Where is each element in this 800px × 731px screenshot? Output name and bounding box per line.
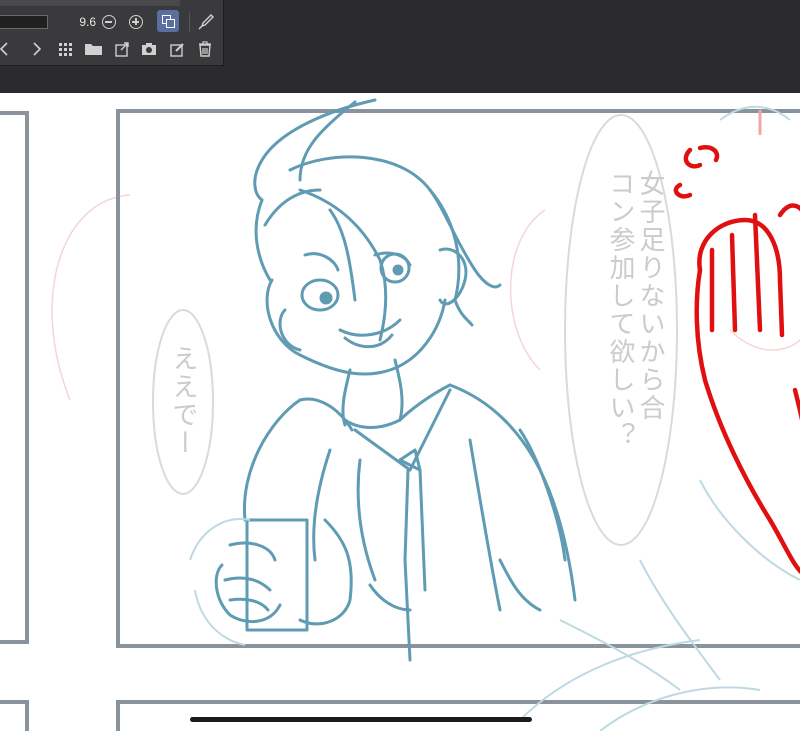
eyedropper-icon[interactable] bbox=[196, 12, 216, 32]
edit-icon[interactable] bbox=[168, 40, 186, 58]
chevron-right-icon[interactable] bbox=[28, 40, 46, 58]
camera-icon[interactable] bbox=[140, 40, 158, 58]
top-bar: 9.6 bbox=[0, 0, 800, 93]
speech-text-left: ええでー bbox=[168, 345, 198, 457]
palette-top-edge bbox=[0, 0, 180, 6]
chevron-left-icon[interactable] bbox=[0, 40, 14, 58]
zoom-out-icon[interactable] bbox=[102, 15, 116, 29]
brush-size-value: 9.6 bbox=[79, 15, 96, 29]
zoom-in-icon[interactable] bbox=[129, 15, 143, 29]
home-indicator bbox=[190, 717, 532, 722]
trash-icon[interactable] bbox=[196, 40, 214, 58]
sync-icon[interactable] bbox=[157, 10, 179, 32]
tool-palette: 9.6 bbox=[0, 0, 224, 66]
grid-icon[interactable] bbox=[56, 40, 74, 58]
folder-icon[interactable] bbox=[84, 40, 104, 58]
speech-text-right: 女子足りないから合 コン参加して欲しい？ bbox=[605, 170, 665, 450]
palette-divider bbox=[189, 12, 190, 32]
import-icon[interactable] bbox=[113, 40, 131, 58]
drawing-canvas[interactable] bbox=[0, 93, 800, 731]
brush-size-slider[interactable] bbox=[0, 15, 48, 29]
